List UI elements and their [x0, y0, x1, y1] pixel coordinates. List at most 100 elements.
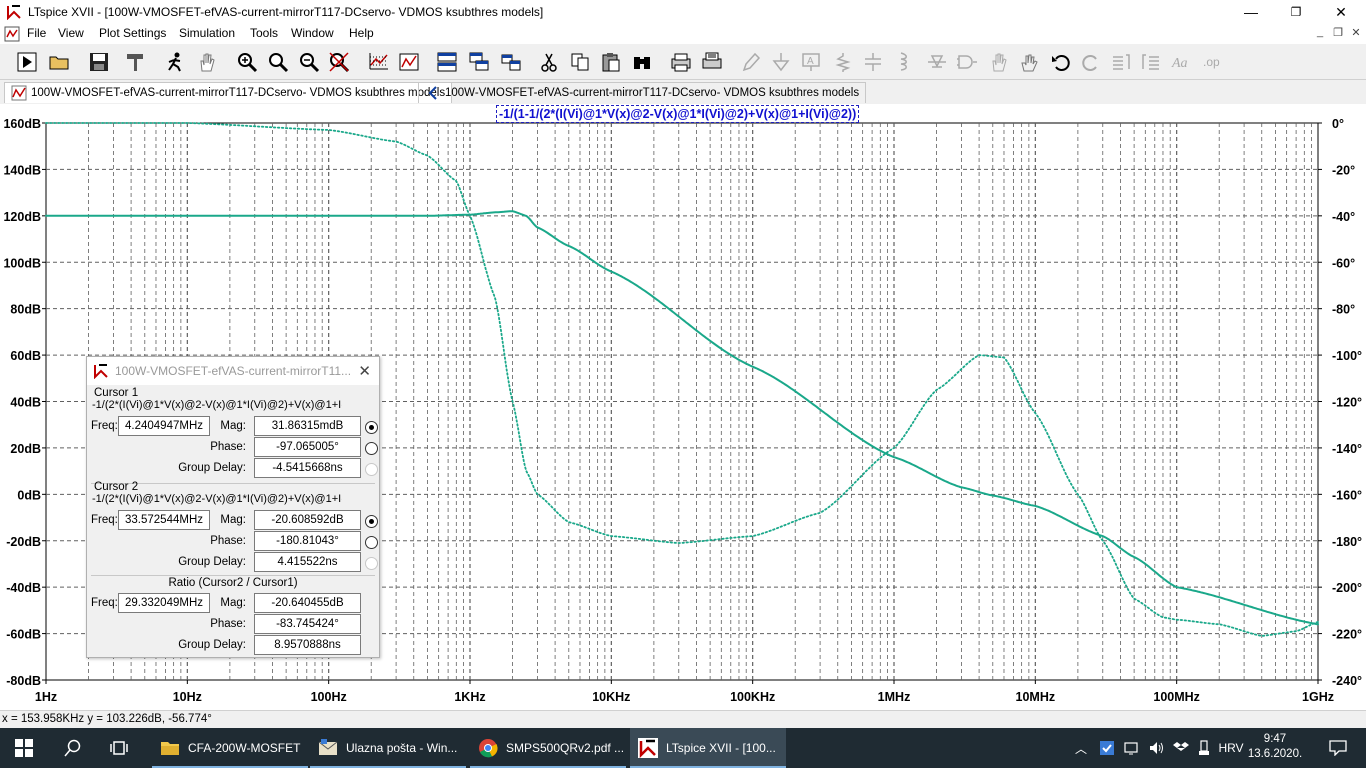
cut-button[interactable] [536, 49, 562, 75]
y-tick-label: -60dB [6, 628, 41, 642]
run-button[interactable] [14, 49, 40, 75]
zoom-cancel-button[interactable] [326, 49, 352, 75]
ratio-mag-field[interactable]: -20.640455dB [254, 593, 361, 613]
close-button[interactable]: ✕ [1318, 0, 1364, 24]
y2-tick-label: -100° [1332, 349, 1362, 363]
hammer-icon [127, 54, 143, 71]
menu-bar: File View Plot Settings Simulation Tools… [0, 24, 1366, 44]
cursor2-phase-field[interactable]: -180.81043° [254, 531, 361, 551]
start-button[interactable] [0, 728, 48, 768]
control-panel-button[interactable] [122, 49, 148, 75]
menu-tools[interactable]: Tools [250, 26, 278, 40]
svg-text:A: A [807, 56, 814, 67]
cursor2-mag-field[interactable]: -20.608592dB [254, 510, 361, 530]
cursor1-gd-field[interactable]: -4.5415668ns [254, 458, 361, 478]
taskbar-app-explorer[interactable]: CFA-200W-MOSFET [152, 728, 308, 768]
task-view-button[interactable] [96, 728, 142, 768]
cursor2-phase-radio[interactable] [365, 536, 378, 549]
cursor-readout-window[interactable]: 100W-VMOSFET-efVAS-current-mirrorT11... … [86, 356, 380, 658]
toolbar: A Aa .op [0, 45, 1366, 80]
tile-vertical-button[interactable] [498, 49, 524, 75]
taskbar-app-chrome[interactable]: SMPS500QRv2.pdf ... [470, 728, 626, 768]
probe-button[interactable] [396, 49, 422, 75]
zoom-area-button[interactable] [265, 49, 291, 75]
x-tick-label: 10KHz [592, 690, 630, 704]
cursor1-mag-field[interactable]: 31.86315mdB [254, 416, 361, 436]
run-icon [17, 52, 37, 72]
taskbar-app-ltspice-label: LTspice XVII - [100... [666, 741, 776, 755]
notifications-button[interactable] [1318, 728, 1358, 768]
cascade-icon [469, 52, 489, 71]
document-menu-icon[interactable] [4, 26, 20, 42]
tab-schematic-label: 100W-VMOSFET-efVAS-current-mirrorT117-DC… [445, 87, 860, 99]
y-tick-label: 60dB [10, 349, 41, 363]
tile-horizontal-button[interactable] [434, 49, 460, 75]
capacitor-icon [865, 53, 881, 71]
cursor2-mag-radio[interactable] [365, 515, 378, 528]
pan-button[interactable] [194, 49, 220, 75]
find-button[interactable] [629, 49, 655, 75]
minimize-button[interactable]: — [1228, 0, 1274, 24]
cursor1-phase-radio[interactable] [365, 442, 378, 455]
taskbar-clock[interactable]: 9:47 13.6.2020. [1245, 732, 1305, 762]
print-preview-button[interactable] [699, 49, 725, 75]
input-language-indicator[interactable]: HRV [1216, 728, 1246, 768]
clock-time: 9:47 [1263, 733, 1287, 745]
cursor-window-close-button[interactable]: ✕ [358, 362, 371, 380]
zoom-out-button[interactable] [296, 49, 322, 75]
menu-file[interactable]: File [27, 26, 46, 40]
rotate-icon [1113, 54, 1130, 70]
menu-plot-settings[interactable]: Plot Settings [99, 26, 166, 40]
maximize-button[interactable]: ❐ [1273, 0, 1319, 24]
tray-volume-icon[interactable] [1146, 728, 1168, 768]
move-hand-icon [992, 53, 1007, 72]
cascade-button[interactable] [466, 49, 492, 75]
cursor1-phase-field[interactable]: -97.065005° [254, 437, 361, 457]
tray-usb-icon[interactable] [1194, 728, 1214, 768]
print-button[interactable] [668, 49, 694, 75]
tray-security-icon[interactable] [1096, 728, 1118, 768]
open-folder-icon [49, 56, 69, 70]
cursor-window-titlebar[interactable]: 100W-VMOSFET-efVAS-current-mirrorT11... … [87, 357, 379, 385]
ground-icon [772, 53, 790, 72]
tray-overflow-chevron-icon[interactable]: ︿ [1070, 728, 1092, 768]
tray-dropbox-icon[interactable] [1170, 728, 1192, 768]
menu-view[interactable]: View [58, 26, 84, 40]
tab-schematic[interactable]: 100W-VMOSFET-efVAS-current-mirrorT117-DC… [418, 82, 867, 103]
ratio-phase-field[interactable]: -83.745424° [254, 614, 361, 634]
cursor2-gd-field[interactable]: 4.415522ns [254, 552, 361, 572]
cursor1-mag-radio[interactable] [365, 421, 378, 434]
taskbar-app-ltspice[interactable]: LTspice XVII - [100... [630, 728, 786, 768]
mdi-minimize-button[interactable]: _ [1310, 26, 1330, 42]
copy-button[interactable] [567, 49, 593, 75]
paste-button[interactable] [598, 49, 624, 75]
trace-expression-label[interactable]: -1/(1-1/(2*(I(Vi)@1*V(x)@2-V(x)@1*I(Vi)@… [496, 105, 860, 123]
y2-tick-label: -180° [1332, 535, 1362, 549]
menu-window[interactable]: Window [291, 26, 334, 40]
rotate-button [1108, 49, 1134, 75]
mdi-restore-button[interactable]: ❐ [1328, 26, 1348, 42]
menu-simulation[interactable]: Simulation [179, 26, 235, 40]
undo-button[interactable] [1048, 49, 1074, 75]
mdi-close-button[interactable]: ✕ [1346, 26, 1366, 42]
ground-button [768, 49, 794, 75]
inductor-icon [900, 52, 907, 71]
menu-help[interactable]: Help [349, 26, 374, 40]
cursor2-mag-label: Mag: [220, 514, 246, 526]
zoom-in-button[interactable] [234, 49, 260, 75]
save-button[interactable] [86, 49, 112, 75]
tab-waveform[interactable]: 100W-VMOSFET-efVAS-current-mirrorT117-DC… [4, 82, 453, 103]
y-tick-label: -80dB [6, 674, 41, 688]
ratio-gd-field[interactable]: 8.9570888ns [254, 635, 361, 655]
halt-button[interactable] [162, 49, 188, 75]
diode-icon [928, 55, 946, 68]
cursor1-gd-label: Group Delay: [178, 462, 246, 474]
ltspice-icon [638, 738, 658, 758]
autorange-button[interactable] [366, 49, 392, 75]
taskbar-app-mail[interactable]: Ulazna pošta - Win... [310, 728, 466, 768]
search-button[interactable] [50, 728, 96, 768]
tile-horizontal-icon [437, 52, 457, 72]
open-button[interactable] [46, 49, 72, 75]
tray-network-icon[interactable] [1120, 728, 1144, 768]
y-tick-label: 0dB [17, 488, 41, 502]
